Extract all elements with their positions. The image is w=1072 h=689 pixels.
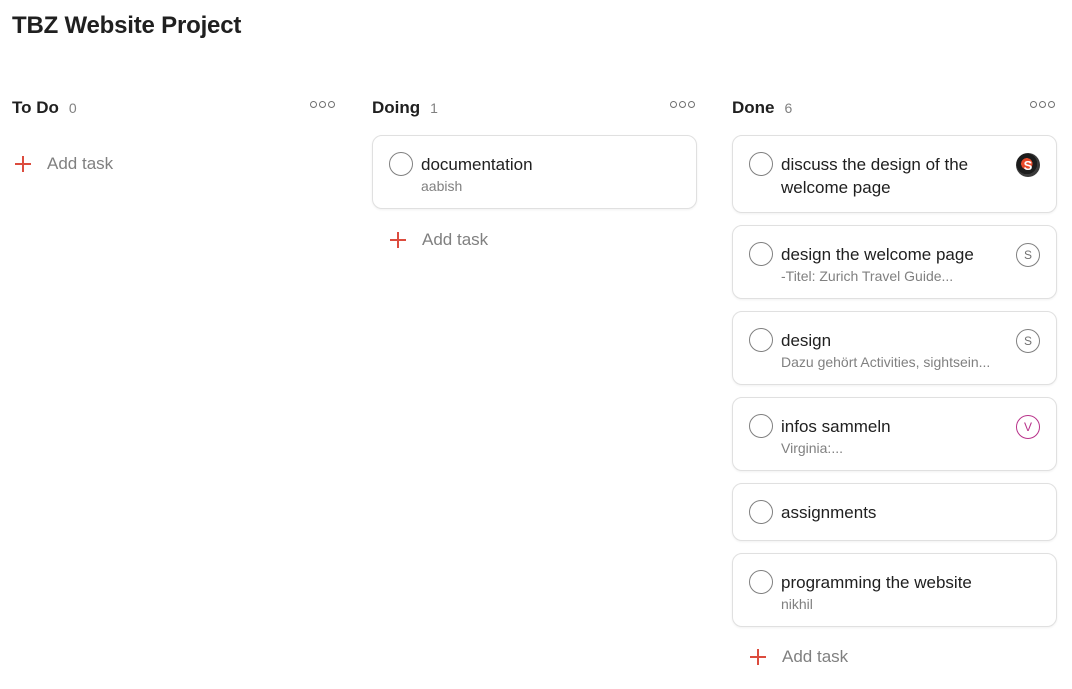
task-card[interactable]: discuss the design of the welcome page S: [732, 135, 1057, 213]
plus-icon: [750, 649, 766, 665]
column-count: 1: [430, 100, 438, 116]
task-list: documentation aabish Add task: [372, 135, 697, 252]
add-task-label: Add task: [782, 647, 849, 666]
column-title: Done: [732, 98, 775, 117]
more-options-icon[interactable]: [670, 101, 695, 108]
column-header: To Do 0: [12, 96, 337, 120]
task-title: assignments: [781, 503, 877, 522]
task-card[interactable]: design the welcome page -Titel: Zurich T…: [732, 225, 1057, 299]
circle-checkbox-icon[interactable]: [389, 152, 413, 176]
more-options-icon[interactable]: [310, 101, 335, 108]
task-card[interactable]: design Dazu gehört Activities, sightsein…: [732, 311, 1057, 385]
column-header: Doing 1: [372, 96, 697, 120]
task-description: nikhil: [781, 596, 813, 612]
add-task-button[interactable]: Add task: [372, 228, 697, 252]
task-title: programming the website: [781, 573, 972, 592]
task-title: design: [781, 331, 832, 350]
task-description: -Titel: Zurich Travel Guide...: [781, 268, 954, 284]
task-list: discuss the design of the welcome page S…: [732, 135, 1057, 669]
circle-checkbox-icon[interactable]: [749, 414, 773, 438]
task-card[interactable]: assignments: [732, 483, 1057, 541]
task-description: Virginia:...: [781, 440, 843, 456]
add-task-label: Add task: [422, 230, 489, 249]
more-options-icon[interactable]: [1030, 101, 1055, 108]
column-title: Doing: [372, 98, 421, 117]
assignee-avatar[interactable]: V: [1016, 415, 1040, 439]
column-count: 0: [68, 100, 77, 116]
add-task-button[interactable]: Add task: [12, 152, 337, 176]
task-card[interactable]: infos sammeln Virginia:... V: [732, 397, 1057, 471]
task-card[interactable]: documentation aabish: [372, 135, 697, 209]
column-header: Done 6: [732, 96, 1057, 120]
assignee-avatar[interactable]: S: [1016, 153, 1040, 177]
column-count: 6: [784, 100, 793, 116]
circle-checkbox-icon[interactable]: [749, 242, 773, 266]
circle-checkbox-icon[interactable]: [749, 328, 773, 352]
add-task-button[interactable]: Add task: [732, 645, 1057, 669]
assignee-avatar[interactable]: S: [1016, 243, 1040, 267]
assignee-avatar[interactable]: S: [1016, 329, 1040, 353]
column-title: To Do: [12, 98, 59, 117]
page-title: TBZ Website Project: [12, 12, 242, 39]
task-description: aabish: [421, 178, 463, 194]
task-title: documentation: [421, 155, 533, 174]
circle-checkbox-icon[interactable]: [749, 152, 773, 176]
circle-checkbox-icon[interactable]: [749, 500, 773, 524]
task-list: Add task: [12, 152, 337, 176]
task-title: infos sammeln: [781, 417, 891, 436]
plus-icon: [390, 232, 406, 248]
plus-icon: [15, 156, 31, 172]
task-title: discuss the design of the welcome page: [781, 155, 969, 197]
add-task-label: Add task: [47, 154, 114, 173]
task-card[interactable]: programming the website nikhil: [732, 553, 1057, 627]
task-title: design the welcome page: [781, 245, 974, 264]
task-description: Dazu gehört Activities, sightsein...: [781, 354, 991, 370]
circle-checkbox-icon[interactable]: [749, 570, 773, 594]
